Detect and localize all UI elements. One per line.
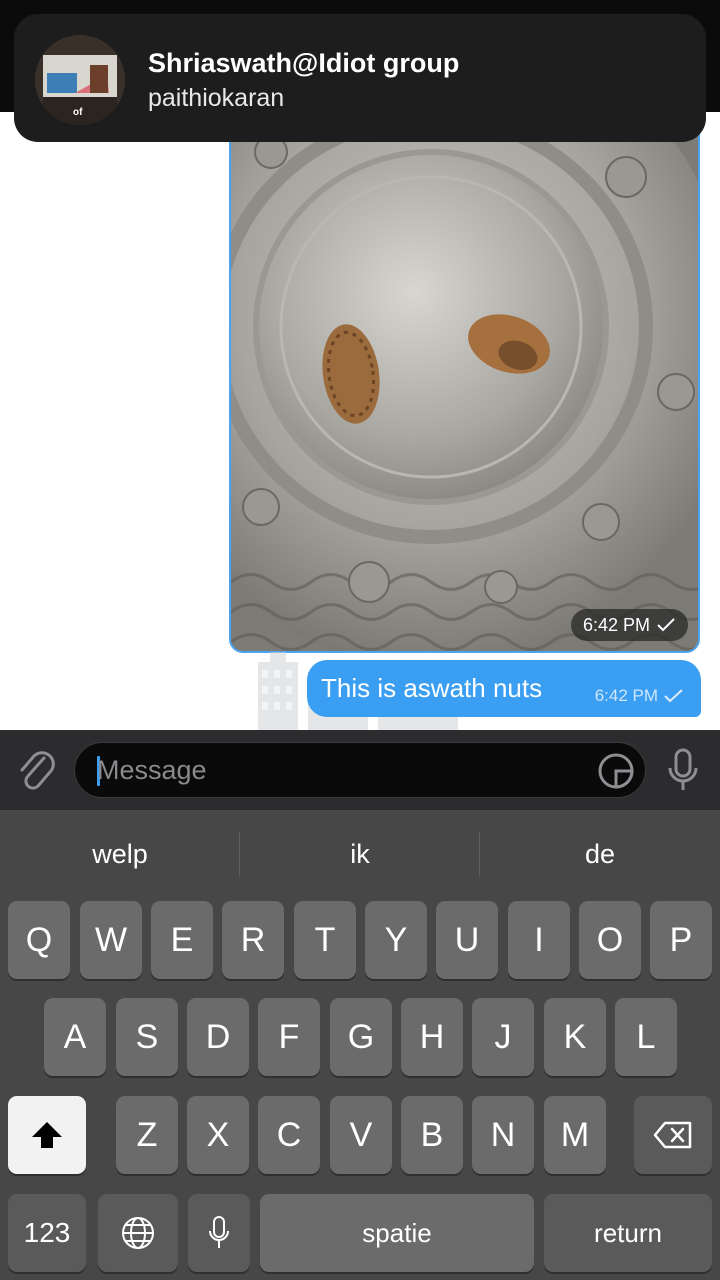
- key-d[interactable]: D: [187, 998, 249, 1076]
- key-q[interactable]: Q: [8, 901, 70, 979]
- key-z[interactable]: Z: [116, 1096, 178, 1174]
- text-message-bubble[interactable]: This is aswath nuts 6:42 PM: [307, 660, 701, 717]
- key-t[interactable]: T: [294, 901, 356, 979]
- avatar-label: of: [73, 107, 83, 118]
- backspace-icon: [653, 1121, 692, 1149]
- key-o[interactable]: O: [579, 901, 641, 979]
- key-f[interactable]: F: [258, 998, 320, 1076]
- message-input[interactable]: Message: [74, 742, 646, 798]
- key-p[interactable]: P: [650, 901, 712, 979]
- suggestion-bar: welp ik de: [0, 810, 720, 898]
- key-r[interactable]: R: [222, 901, 284, 979]
- notification-banner[interactable]: of Shriaswath@Idiot group paithiokaran: [14, 14, 706, 142]
- notification-title: Shriaswath@Idiot group: [148, 48, 460, 78]
- message-time: 6:42 PM: [594, 685, 658, 705]
- suggestion-2[interactable]: ik: [240, 810, 480, 898]
- microphone-icon[interactable]: [664, 746, 702, 794]
- checkmark-icon: [657, 618, 675, 632]
- notification-body: paithiokaran: [148, 84, 285, 112]
- shift-arrow-icon: [32, 1122, 62, 1148]
- key-e[interactable]: E: [151, 901, 213, 979]
- keyboard: welp ik de Q W E R T Y U I O P A S D F G…: [0, 810, 720, 1280]
- key-c[interactable]: C: [258, 1096, 320, 1174]
- key-a[interactable]: A: [44, 998, 106, 1076]
- key-y[interactable]: Y: [365, 901, 427, 979]
- key-h[interactable]: H: [401, 998, 463, 1076]
- key-s[interactable]: S: [116, 998, 178, 1076]
- photo-peanuts-on-plate: [231, 112, 698, 651]
- key-g[interactable]: G: [330, 998, 392, 1076]
- backspace-key[interactable]: [634, 1096, 712, 1174]
- message-placeholder: Message: [97, 755, 207, 785]
- globe-key[interactable]: [98, 1194, 178, 1272]
- message-input-bar: Message: [0, 730, 720, 810]
- key-u[interactable]: U: [436, 901, 498, 979]
- photo-timestamp: 6:42 PM: [570, 609, 688, 641]
- group-avatar: of: [35, 35, 125, 125]
- key-b[interactable]: B: [401, 1096, 463, 1174]
- key-k[interactable]: K: [544, 998, 606, 1076]
- microphone-icon: [209, 1216, 229, 1248]
- key-l[interactable]: L: [615, 998, 677, 1076]
- suggestion-1[interactable]: welp: [0, 810, 240, 898]
- globe-icon: [122, 1217, 154, 1249]
- key-w[interactable]: W: [80, 901, 142, 979]
- suggestion-3[interactable]: de: [480, 810, 720, 898]
- key-i[interactable]: I: [508, 901, 570, 979]
- numbers-key[interactable]: 123: [8, 1194, 86, 1272]
- message-text: This is aswath nuts: [321, 673, 543, 703]
- key-n[interactable]: N: [472, 1096, 534, 1174]
- checkmark-icon: [664, 688, 683, 702]
- key-x[interactable]: X: [187, 1096, 249, 1174]
- photo-time-label: 6:42 PM: [582, 615, 650, 635]
- sticker-icon[interactable]: [597, 752, 635, 790]
- photo-message[interactable]: 6:42 PM: [229, 110, 700, 653]
- key-j[interactable]: J: [472, 998, 534, 1076]
- shift-key[interactable]: [8, 1096, 86, 1174]
- dictation-key[interactable]: [188, 1194, 250, 1272]
- message-meta: 6:42 PM: [595, 686, 685, 706]
- key-m[interactable]: M: [544, 1096, 606, 1174]
- return-key[interactable]: return: [544, 1194, 712, 1272]
- space-key[interactable]: spatie: [260, 1194, 534, 1272]
- key-v[interactable]: V: [330, 1096, 392, 1174]
- paperclip-icon[interactable]: [14, 746, 60, 794]
